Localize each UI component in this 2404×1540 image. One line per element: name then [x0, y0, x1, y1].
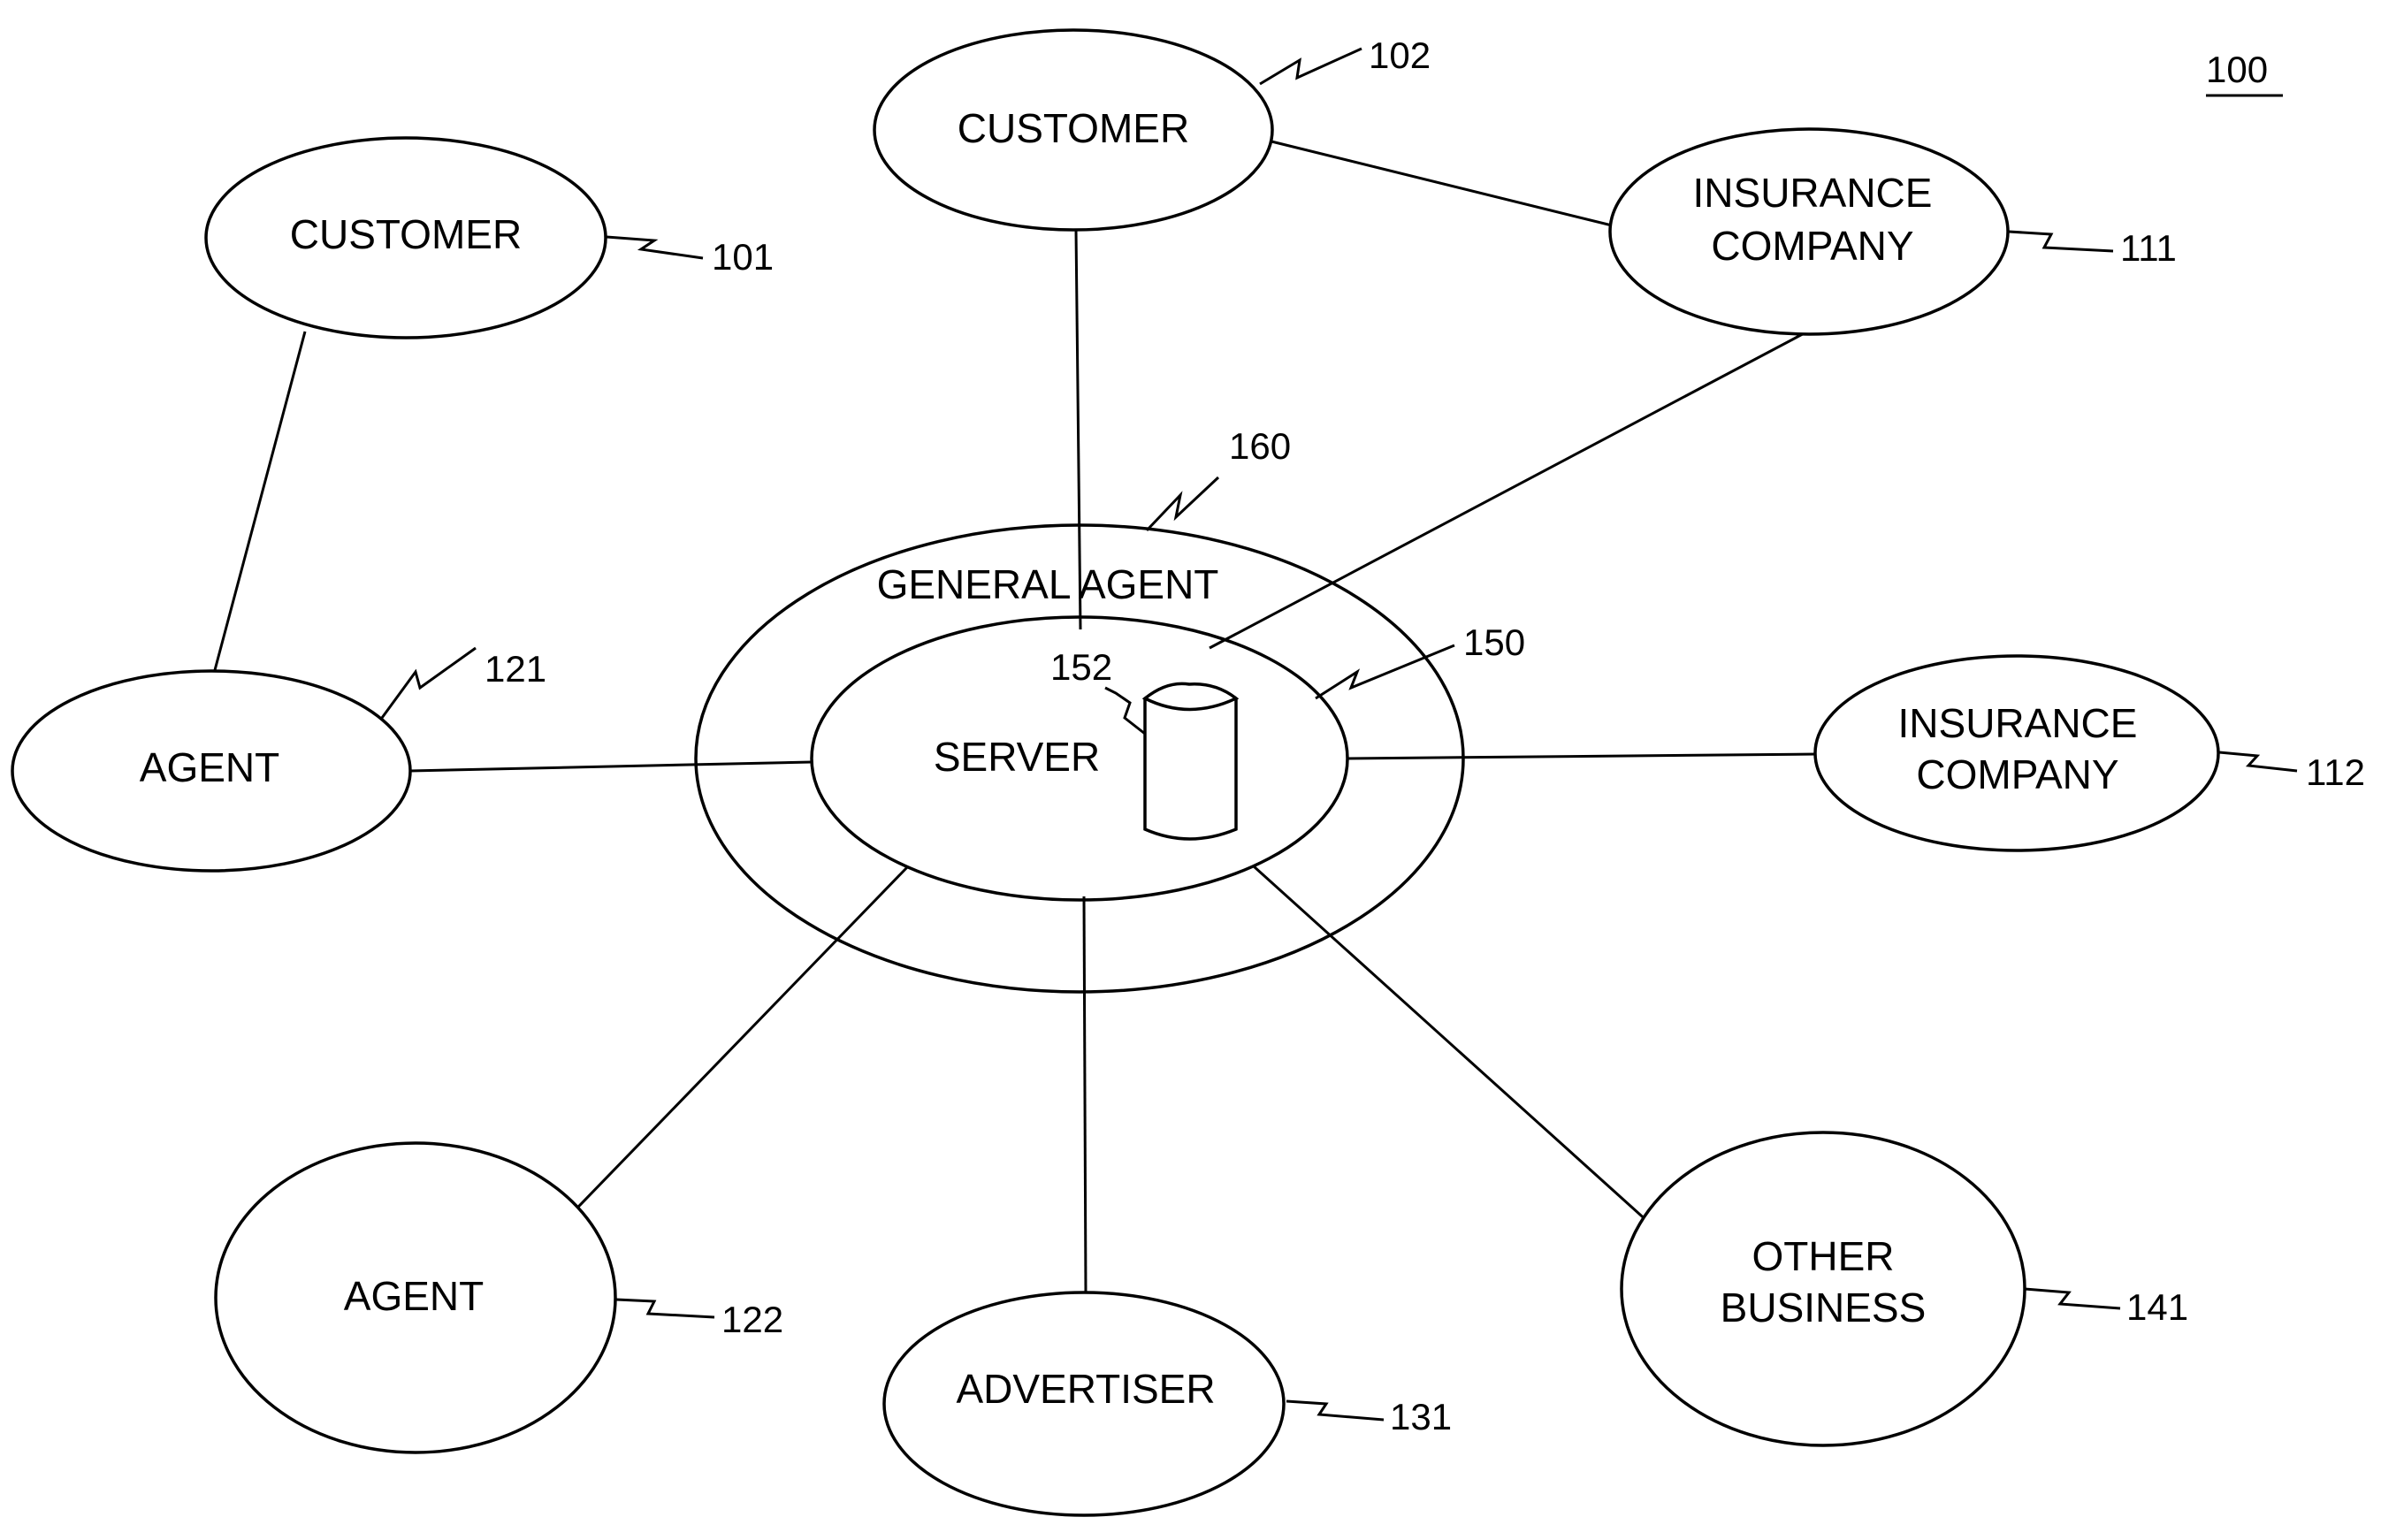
other-141-lead — [2024, 1287, 2121, 1310]
agent-122-lead — [615, 1298, 715, 1319]
agent-121-lead — [380, 646, 477, 719]
connection-customer102-insurance111 — [1271, 140, 1613, 227]
connection-agent121-server — [409, 760, 813, 773]
insurance-112-lead — [2218, 751, 2298, 773]
figure-reference: 100 — [2206, 49, 2283, 97]
advertiser-131-label: ADVERTISER — [956, 1366, 1215, 1412]
connection-insurance112-server — [1347, 752, 1818, 760]
general-agent-label: GENERAL AGENT — [877, 561, 1219, 607]
node-customer-101[interactable]: CUSTOMER 101 — [204, 136, 774, 339]
node-agent-122[interactable]: AGENT 122 — [214, 1141, 783, 1454]
other-141-label-2: BUSINESS — [1721, 1285, 1927, 1330]
node-agent-121[interactable]: AGENT 121 — [11, 646, 546, 873]
advertiser-131-ref: 131 — [1390, 1396, 1452, 1437]
other-141-label-1: OTHER — [1752, 1233, 1895, 1279]
customer-102-lead — [1259, 47, 1362, 86]
agent-121-ref: 121 — [485, 648, 546, 690]
insurance-111-label-2: COMPANY — [1711, 223, 1913, 269]
connection-agent122-server — [555, 865, 910, 1231]
database-lead — [1104, 686, 1146, 736]
insurance-111-ref: 111 — [2120, 227, 2177, 269]
figure-reference-number: 100 — [2206, 49, 2268, 90]
connection-customer101-agent121 — [213, 331, 307, 671]
advertiser-131-lead — [1286, 1399, 1385, 1422]
insurance-111-label-1: INSURANCE — [1693, 170, 1933, 216]
general-agent-ref: 160 — [1229, 425, 1291, 467]
server-lead — [1315, 644, 1455, 700]
customer-101-label: CUSTOMER — [290, 211, 522, 257]
network-diagram: GENERAL AGENT 160 SERVER 150 152 CUSTOME… — [11, 28, 2365, 1517]
agent-121-label: AGENT — [140, 744, 279, 790]
insurance-112-label-1: INSURANCE — [1898, 700, 2138, 746]
general-agent-lead — [1145, 476, 1220, 532]
customer-102-ref: 102 — [1369, 34, 1431, 76]
customer-101-lead — [606, 235, 704, 260]
connection-other141-server — [1252, 865, 1660, 1232]
other-141-ref: 141 — [2126, 1286, 2188, 1328]
customer-101-ref: 101 — [712, 236, 774, 278]
node-advertiser-131[interactable]: ADVERTISER 131 — [882, 1291, 1452, 1517]
insurance-112-label-2: COMPANY — [1916, 751, 2118, 797]
agent-122-label: AGENT — [344, 1273, 484, 1319]
node-other-141[interactable]: OTHER BUSINESS 141 — [1620, 1131, 2188, 1447]
server-label: SERVER — [934, 734, 1100, 780]
node-insurance-111[interactable]: INSURANCE COMPANY 111 — [1608, 127, 2177, 336]
insurance-111-lead — [2008, 230, 2114, 253]
database-icon — [1141, 682, 1240, 841]
agent-122-ref: 122 — [721, 1299, 783, 1340]
connection-insurance111-server — [1209, 327, 1813, 650]
server-ref: 150 — [1463, 621, 1525, 663]
node-insurance-112[interactable]: INSURANCE COMPANY 112 — [1813, 654, 2365, 852]
insurance-112-ref: 112 — [2306, 751, 2365, 793]
connection-advertiser131-server — [1082, 896, 1088, 1294]
node-customer-102[interactable]: CUSTOMER 102 — [873, 28, 1431, 232]
customer-102-label: CUSTOMER — [958, 105, 1189, 151]
database-ref: 152 — [1050, 646, 1112, 688]
